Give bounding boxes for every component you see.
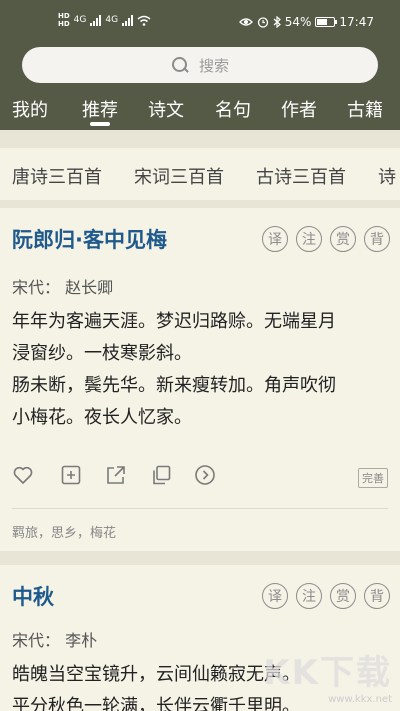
battery-percent: 54%: [284, 15, 312, 29]
copy-icon[interactable]: [150, 464, 172, 486]
annotate-button[interactable]: 注: [296, 583, 322, 609]
recite-button[interactable]: 背: [364, 583, 390, 609]
collection-item-partial[interactable]: 诗: [378, 163, 396, 189]
poem-actions: 译 注 赏 背: [262, 226, 390, 252]
eye-icon: [238, 18, 253, 26]
tab-mine[interactable]: 我的: [12, 96, 48, 122]
search-input[interactable]: 搜索: [22, 47, 378, 83]
tab-recommend[interactable]: 推荐: [82, 96, 118, 122]
verse-line: 浸窗纱。一枝寒影斜。: [12, 343, 192, 364]
hd-top-label: HD: [58, 12, 70, 20]
add-icon[interactable]: [60, 464, 82, 486]
tab-famous-lines[interactable]: 名句: [215, 96, 251, 122]
annotate-button[interactable]: 注: [296, 226, 322, 252]
search-placeholder: 搜索: [198, 56, 229, 75]
app-header: 搜索 我的 推荐 诗文 名句 作者 古籍: [0, 44, 400, 130]
complete-badge[interactable]: 完善: [358, 468, 388, 488]
card-divider: [12, 508, 388, 509]
bluetooth-icon: [273, 16, 281, 28]
share-icon[interactable]: [105, 464, 127, 486]
alarm-icon: [257, 17, 268, 28]
signal-icon: [90, 14, 102, 26]
poem-card: 阮郎归·客中见梅 译 注 赏 背 宋代： 赵长卿 年年为客遍天涯。梦迟归路赊。无…: [0, 208, 400, 551]
card-toolbar: 完善: [12, 464, 388, 488]
heart-icon[interactable]: [12, 464, 34, 486]
watermark: KK下载 www.kkx.net: [263, 645, 392, 705]
collection-tang-300[interactable]: 唐诗三百首: [12, 163, 102, 189]
appreciate-button[interactable]: 赏: [330, 226, 356, 252]
watermark-url: www.kkx.net: [328, 694, 392, 705]
recite-button[interactable]: 背: [364, 226, 390, 252]
tab-authors[interactable]: 作者: [281, 96, 317, 122]
poem-content: 年年为客遍天涯。梦迟归路赊。无端星月 浸窗纱。一枝寒影斜。 肠未断，鬓先华。新来…: [12, 306, 384, 434]
poem-tags[interactable]: 羁旅，思乡，梅花: [12, 522, 116, 541]
network-label-2: 4G: [105, 15, 119, 25]
poem-actions: 译 注 赏 背: [262, 583, 390, 609]
poem-title[interactable]: 阮郎归·客中见梅: [12, 224, 167, 254]
hd-bottom-label: HD: [58, 20, 70, 28]
status-left: HD HD 4G 4G: [58, 12, 151, 28]
watermark-logo: KK下载: [263, 653, 392, 693]
translate-button[interactable]: 译: [262, 226, 288, 252]
collection-song-ci-300[interactable]: 宋词三百首: [134, 163, 224, 189]
network-label-1: 4G: [73, 15, 87, 25]
collection-strip: 唐诗三百首 宋词三百首 古诗三百首 诗: [0, 148, 400, 200]
tab-classics[interactable]: 古籍: [347, 96, 383, 122]
status-right: 54% 17:47: [238, 15, 374, 29]
more-icon[interactable]: [194, 464, 216, 486]
tab-poems[interactable]: 诗文: [148, 96, 184, 122]
status-time: 17:47: [339, 15, 374, 29]
search-icon: [171, 56, 189, 74]
top-tabs: 我的 推荐 诗文 名句 作者 古籍: [0, 96, 400, 130]
hd-icon: HD HD: [58, 12, 70, 28]
poem-author[interactable]: 宋代： 赵长卿: [12, 274, 113, 298]
wifi-icon: [137, 15, 151, 26]
verse-line: 年年为客遍天涯。梦迟归路赊。无端星月: [12, 311, 336, 332]
appreciate-button[interactable]: 赏: [330, 583, 356, 609]
collection-gushi-300[interactable]: 古诗三百首: [256, 163, 346, 189]
active-tab-indicator: [90, 122, 110, 126]
signal-icon: [122, 14, 134, 26]
poem-title[interactable]: 中秋: [12, 581, 54, 611]
translate-button[interactable]: 译: [262, 583, 288, 609]
verse-line: 小梅花。夜长人忆家。: [12, 407, 192, 428]
battery-icon: [315, 17, 338, 27]
poem-author[interactable]: 宋代： 李朴: [12, 627, 97, 651]
verse-line: 肠未断，鬓先华。新来瘦转加。角声吹彻: [12, 375, 336, 396]
status-bar: HD HD 4G 4G 54% 17:47: [0, 0, 400, 44]
